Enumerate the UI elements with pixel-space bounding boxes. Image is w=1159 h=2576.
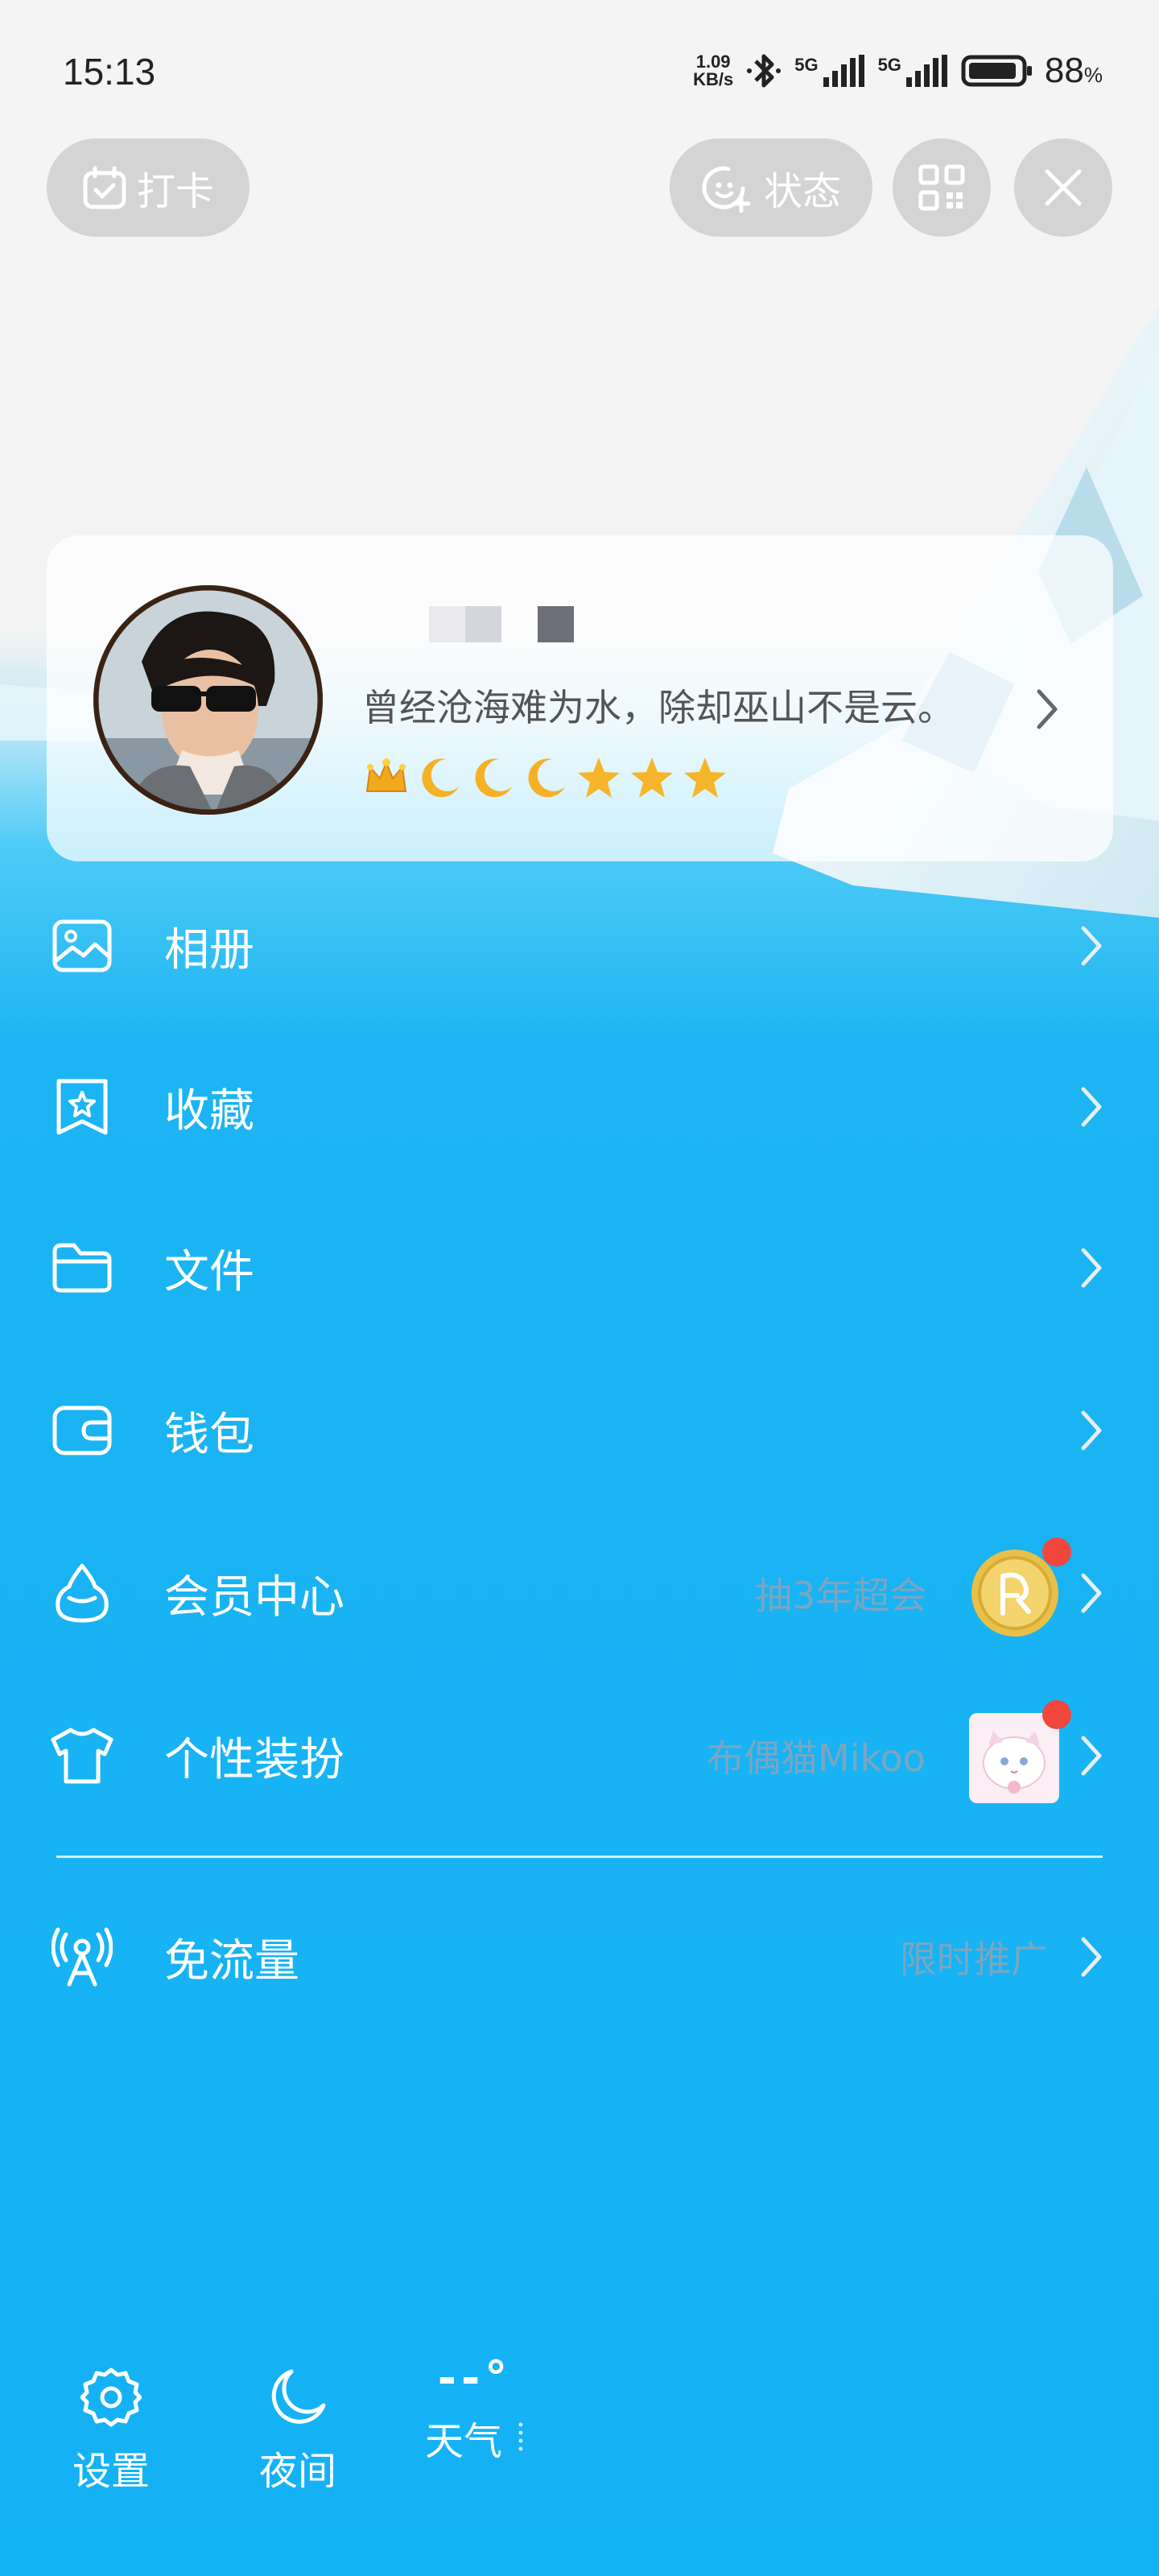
vip-icon: [50, 1561, 114, 1625]
menu-label-album: 相册: [164, 923, 254, 976]
weather-temperature: --°: [437, 2352, 513, 2405]
avatar-image: [93, 585, 323, 815]
favorites-icon: [50, 1075, 114, 1139]
chevron-right-icon: [1081, 1248, 1102, 1288]
menu-item-wallet[interactable]: 钱包: [0, 1370, 1159, 1491]
free-data-icon: [50, 1925, 114, 1989]
signal-bars-icon: [905, 55, 947, 87]
qrcode-icon: [918, 164, 965, 211]
status-button[interactable]: 状态: [670, 138, 872, 237]
menu-item-free-data[interactable]: 免流量 限时推广: [0, 1897, 1159, 2017]
settings-label: 设置: [72, 2449, 150, 2494]
level-icons: [362, 754, 729, 803]
chevron-right-icon: [1081, 1087, 1102, 1127]
status-time: 15:13: [63, 51, 156, 93]
close-button[interactable]: [1014, 138, 1112, 237]
settings-button[interactable]: 设置: [47, 2367, 175, 2496]
ragdoll-cat-thumbnail: [969, 1713, 1059, 1803]
status-bar: 15:13 1.09 KB/s 5G 5G 88%: [0, 0, 1159, 145]
bluetooth-icon: [747, 54, 782, 88]
moon-icon: [528, 758, 565, 798]
chevron-right-icon: [1081, 1573, 1102, 1613]
more-dots-icon: [518, 2422, 523, 2451]
menu-label-personalize: 个性装扮: [164, 1733, 344, 1786]
free-data-promo-text: 限时推广: [900, 1938, 1048, 1981]
calendar-check-icon: [83, 166, 126, 209]
checkin-button[interactable]: 打卡: [47, 138, 250, 237]
network-speed: 1.09 KB/s: [693, 52, 734, 89]
menu-label-free-data: 免流量: [164, 1934, 299, 1988]
menu-item-personalize[interactable]: 个性装扮 布偶猫Mikoo: [0, 1695, 1159, 1816]
weather-label: 天气: [424, 2419, 502, 2464]
personalize-badge-dot: [1042, 1700, 1071, 1729]
status-label: 状态: [763, 169, 841, 214]
wallet-icon: [50, 1398, 114, 1463]
menu-item-favorites[interactable]: 收藏: [0, 1046, 1159, 1167]
weather-button[interactable]: --° 天气: [394, 2355, 555, 2466]
crown-icon: [365, 758, 407, 792]
qrcode-button[interactable]: [893, 138, 991, 237]
battery-percent: 88%: [1044, 51, 1103, 90]
nickname-blurred: [429, 606, 574, 642]
moon-icon: [475, 758, 512, 798]
menu-label-files: 文件: [164, 1245, 254, 1298]
checkin-label: 打卡: [136, 169, 214, 214]
night-mode-button[interactable]: 夜间: [233, 2367, 362, 2496]
chevron-right-icon: [1081, 1736, 1102, 1776]
smiley-add-icon: [702, 166, 751, 213]
signature-text: 曾经沧海难为水，除却巫山不是云。: [362, 686, 955, 729]
menu-item-files[interactable]: 文件: [0, 1208, 1159, 1328]
chevron-right-icon: [1081, 1937, 1102, 1977]
menu-item-vip-center[interactable]: 会员中心 抽3年超会: [0, 1533, 1159, 1653]
profile-card[interactable]: 曾经沧海难为水，除却巫山不是云。: [47, 535, 1113, 861]
vip-badge-dot: [1042, 1538, 1071, 1567]
menu-label-vip-center: 会员中心: [164, 1571, 344, 1624]
signal-sim2: 5G: [878, 55, 950, 87]
star-icon: [578, 758, 620, 798]
shirt-icon: [50, 1724, 114, 1788]
moon-icon: [271, 2369, 326, 2424]
star-icon: [684, 758, 726, 798]
menu-label-wallet: 钱包: [164, 1408, 254, 1461]
signal-sim1: 5G: [794, 55, 866, 87]
night-mode-label: 夜间: [258, 2449, 336, 2494]
menu-item-album[interactable]: 相册: [0, 886, 1159, 1006]
personalize-promo-text: 布偶猫Mikoo: [707, 1736, 926, 1780]
menu-label-favorites: 收藏: [164, 1084, 254, 1137]
moon-icon: [422, 758, 459, 798]
folder-icon: [50, 1236, 114, 1300]
battery-icon: [961, 55, 1032, 87]
star-icon: [631, 758, 673, 798]
chevron-right-icon: [1037, 689, 1058, 729]
vip-promo-text: 抽3年超会: [755, 1574, 927, 1617]
menu-divider: [56, 1856, 1103, 1858]
chevron-right-icon: [1081, 1410, 1102, 1451]
gear-icon: [80, 2368, 142, 2427]
signal-bars-icon: [823, 55, 864, 87]
chevron-right-icon: [1081, 926, 1102, 966]
avatar[interactable]: [93, 585, 323, 815]
close-icon: [1045, 169, 1082, 206]
status-icons: 1.09 KB/s 5G 5G 88%: [693, 47, 1103, 95]
album-icon: [50, 914, 114, 978]
